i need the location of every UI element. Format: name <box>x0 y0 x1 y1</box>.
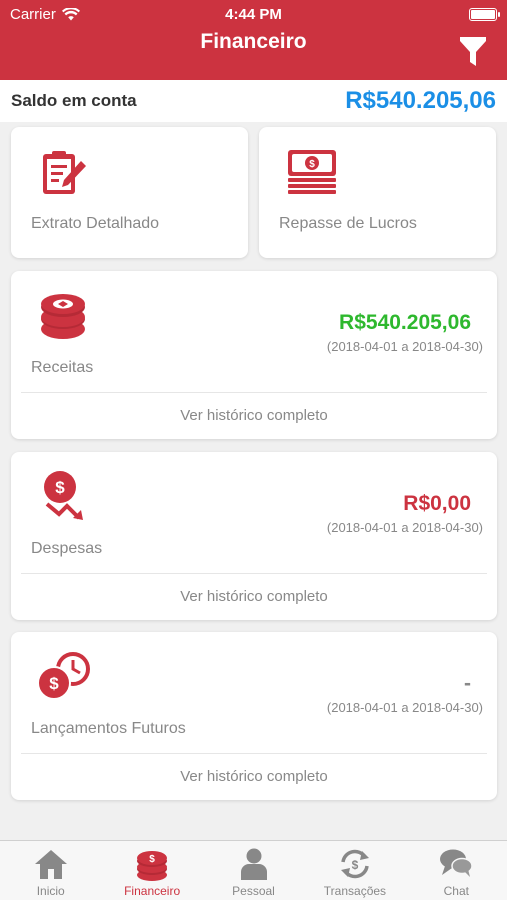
tab-label: Financeiro <box>124 884 181 898</box>
balance-label: Saldo em conta <box>11 91 137 110</box>
lancamentos-futuros-amount: - <box>464 672 471 695</box>
receitas-period: (2018-04-01 a 2018-04-30) <box>326 339 483 354</box>
tab-label: Pessoal <box>232 884 275 898</box>
receitas-label: Receitas <box>31 359 94 376</box>
divider <box>21 392 487 393</box>
lancamentos-futuros-history-link[interactable]: Ver histórico completo <box>11 768 497 785</box>
receitas-history-link[interactable]: Ver histórico completo <box>11 407 497 424</box>
tab-pessoal[interactable]: Pessoal <box>203 841 304 900</box>
svg-text:$: $ <box>49 674 59 693</box>
svg-text:$: $ <box>352 858 359 872</box>
repasse-de-lucros-card[interactable]: $ Repasse de Lucros <box>259 127 496 258</box>
lancamentos-futuros-card: $ - (2018-04-01 a 2018-04-30) Lançamento… <box>11 632 497 800</box>
tab-label: Inicio <box>36 884 65 898</box>
extrato-detalhado-label: Extrato Detalhado <box>31 215 160 232</box>
tab-financeiro[interactable]: $ Financeiro <box>101 841 202 900</box>
home-icon <box>34 850 67 879</box>
money-down-icon: $ <box>44 471 83 520</box>
lancamentos-futuros-label: Lançamentos Futuros <box>31 720 186 737</box>
status-bar: Carrier 4:44 PM <box>0 0 507 28</box>
page-title: Financeiro <box>200 30 307 53</box>
divider <box>21 753 487 754</box>
divider <box>21 573 487 574</box>
receitas-amount: R$540.205,06 <box>339 311 471 334</box>
svg-text:$: $ <box>55 478 65 497</box>
despesas-card: $ R$0,00 (2018-04-01 a 2018-04-30) Despe… <box>11 452 497 620</box>
clock: 4:44 PM <box>225 6 282 23</box>
balance-bar: Saldo em conta R$540.205,06 <box>0 80 507 122</box>
tab-bar: Inicio $ Financeiro Pessoal $ Transações <box>0 840 507 900</box>
battery-icon <box>469 8 500 21</box>
repasse-de-lucros-label: Repasse de Lucros <box>279 215 417 232</box>
svg-text:$: $ <box>149 854 155 865</box>
svg-text:$: $ <box>309 159 315 170</box>
filter-icon[interactable] <box>459 36 487 68</box>
exchange-icon: $ <box>340 849 369 879</box>
despesas-period: (2018-04-01 a 2018-04-30) <box>326 520 483 535</box>
chat-icon <box>440 849 474 877</box>
tab-inicio[interactable]: Inicio <box>0 841 101 900</box>
tab-label: Chat <box>443 884 469 898</box>
app-header: Carrier 4:44 PM Financeiro <box>0 0 507 80</box>
tab-chat[interactable]: Chat <box>406 841 507 900</box>
extrato-detalhado-card[interactable]: Extrato Detalhado <box>11 127 248 258</box>
money-stack-icon: $ <box>288 150 336 194</box>
despesas-amount: R$0,00 <box>403 492 471 515</box>
lancamentos-futuros-period: (2018-04-01 a 2018-04-30) <box>326 700 483 715</box>
despesas-label: Despesas <box>31 540 103 557</box>
coins-icon <box>41 294 85 339</box>
money-clock-icon: $ <box>38 652 90 700</box>
tab-transacoes[interactable]: $ Transações <box>304 841 405 900</box>
balance-value: R$540.205,06 <box>345 87 496 114</box>
person-icon <box>240 848 267 880</box>
coins-stack-icon: $ <box>137 851 168 881</box>
despesas-history-link[interactable]: Ver histórico completo <box>11 588 497 605</box>
receitas-card: R$540.205,06 (2018-04-01 a 2018-04-30) R… <box>11 271 497 439</box>
clipboard-edit-icon <box>43 151 86 194</box>
tab-label: Transações <box>323 884 387 898</box>
